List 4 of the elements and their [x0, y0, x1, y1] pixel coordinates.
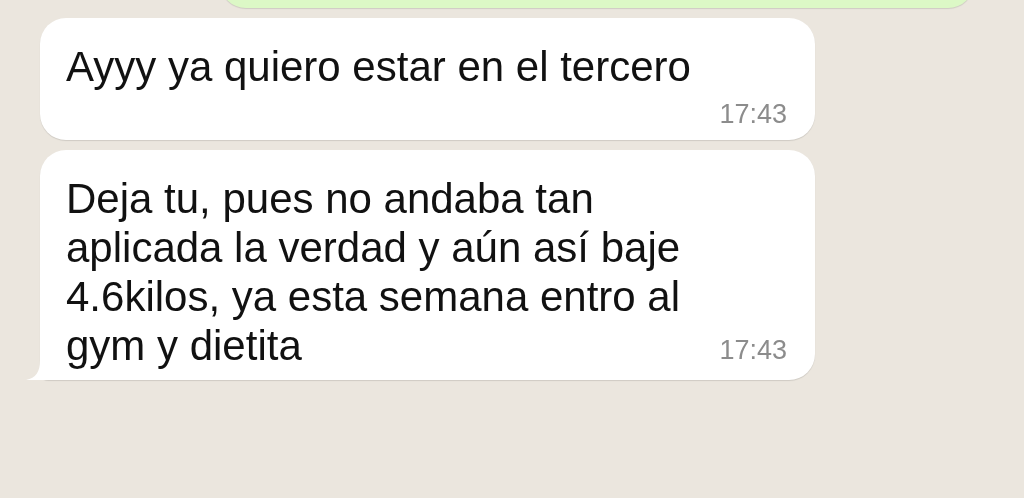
message-text: Deja tu, pues no andaba tan aplicada la verdad y aún así baje 4.6kilos, ya esta semana entro al gym y dietita	[66, 174, 682, 370]
message-text: Ayyy ya quiero estar en el tercero	[66, 42, 692, 91]
message-time: 17:43	[719, 335, 787, 367]
message-time: 17:43	[719, 99, 787, 130]
